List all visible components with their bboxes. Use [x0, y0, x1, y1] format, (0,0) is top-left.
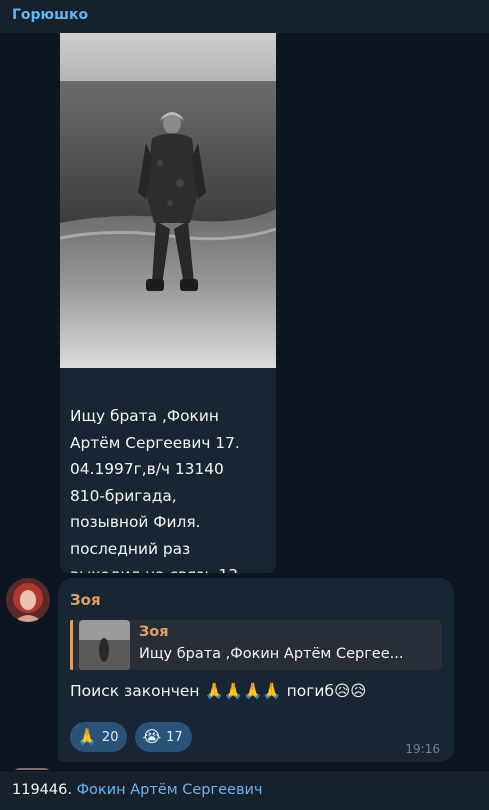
message-text: Поиск закончен 🙏🙏🙏🙏 погиб😥😥 — [70, 682, 367, 700]
message-list[interactable]: Ищу брата ,Фокин Артём Сергеевич 17. 04.… — [0, 33, 489, 770]
person-name-link[interactable]: Фокин Артём Сергеевич — [77, 782, 263, 798]
soldier-photo-image — [60, 33, 276, 368]
reaction-count: 17 — [166, 729, 183, 745]
photo-message[interactable]: Ищу брата ,Фокин Артём Сергеевич 17. 04.… — [60, 33, 276, 573]
pray-icon: 🙏 — [77, 727, 97, 746]
sender-name[interactable]: Зоя — [70, 591, 101, 609]
user-avatar-image — [6, 578, 50, 622]
reaction-count: 20 — [101, 729, 119, 745]
avatar[interactable] — [6, 578, 50, 622]
crying-face-icon: 😭 — [142, 727, 162, 746]
reply-message[interactable]: Зоя Зоя Ищу брата ,Фокин Артём Сергее...… — [58, 578, 454, 762]
quote-thumbnail — [79, 620, 130, 670]
record-number: 119446. — [12, 782, 72, 798]
footer-line: 119446. Фокин Артём Сергеевич — [12, 782, 263, 798]
photo-caption: Ищу брата ,Фокин Артём Сергеевич 17. 04.… — [70, 407, 243, 573]
quote-text: Ищу брата ,Фокин Артём Сергее... — [139, 646, 404, 662]
reply-quote[interactable]: Зоя Ищу брата ,Фокин Артём Сергее... — [70, 620, 442, 670]
reaction-cry[interactable]: 😭 17 — [135, 722, 192, 752]
chat-header: Горюшко — [0, 0, 489, 33]
footer-caption-bar: 119446. Фокин Артём Сергеевич — [0, 770, 489, 810]
quote-sender-name: Зоя — [139, 624, 169, 640]
reaction-pray[interactable]: 🙏 20 — [70, 722, 128, 752]
thumbnail-image — [79, 620, 130, 670]
message-time: 19:16 — [405, 742, 440, 756]
chat-title[interactable]: Горюшко — [12, 7, 88, 23]
message-photo[interactable] — [60, 33, 276, 368]
reactions-bar: 🙏 20 😭 17 — [70, 722, 192, 752]
